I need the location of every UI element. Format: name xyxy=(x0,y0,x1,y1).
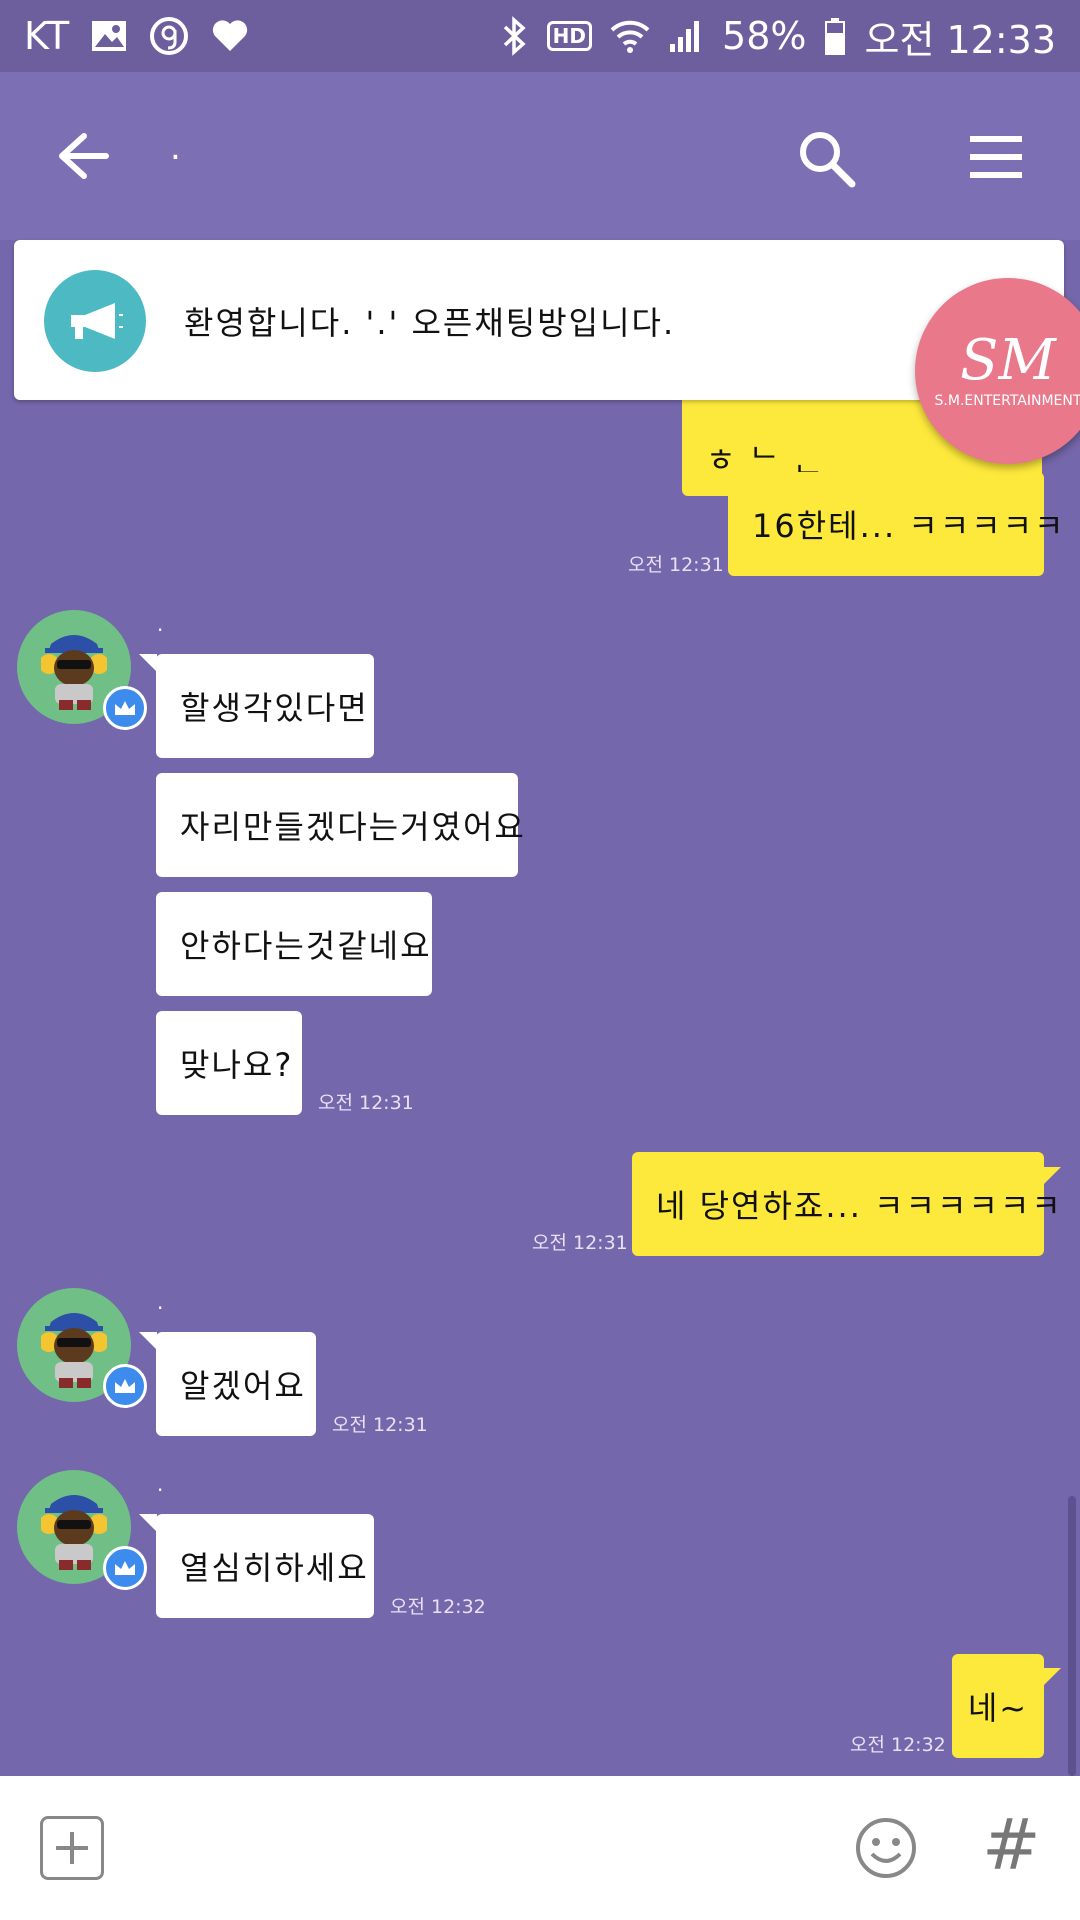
my-message-bubble[interactable]: 네~ xyxy=(952,1654,1044,1758)
message-text: 할생각있다면 xyxy=(180,689,369,727)
chat-messages-area[interactable]: ㅎ ᄂ ᆫ 오전 12:31 16한테... ㅋㅋㅋㅋㅋ . 할생각있다면 자리… xyxy=(0,240,1080,1776)
message-text: 안하다는것같네요 xyxy=(180,927,432,965)
input-bar: # xyxy=(0,1776,1080,1920)
sm-logo: SM xyxy=(960,328,1056,393)
chat-title: . xyxy=(170,128,181,168)
bubble-tail xyxy=(139,1332,157,1350)
avatar[interactable] xyxy=(17,610,147,730)
bubble-tail xyxy=(139,654,157,672)
clock: 오전 12:33 xyxy=(864,17,1056,62)
emoji-icon[interactable] xyxy=(854,1816,918,1880)
message-text: 네 당연하죠... ㅋㅋㅋㅋㅋㅋ xyxy=(656,1187,1063,1225)
sender-name: . xyxy=(157,1472,164,1496)
message-time: 오전 12:32 xyxy=(850,1734,946,1756)
message-time: 오전 12:31 xyxy=(532,1232,628,1254)
sender-name: . xyxy=(157,612,164,636)
bluetooth-icon xyxy=(501,16,529,56)
brand-label: S.M.ENTERTAINMENT xyxy=(934,393,1080,409)
search-icon[interactable] xyxy=(796,128,856,188)
chat-header: . xyxy=(0,72,1080,240)
message-text: 열심히하세요 xyxy=(180,1549,369,1587)
avatar[interactable] xyxy=(17,1470,147,1590)
my-message-bubble[interactable]: 16한테... ㅋㅋㅋㅋㅋ xyxy=(728,472,1064,576)
hd-icon: HD xyxy=(546,21,593,51)
message-text: 맞나요? xyxy=(180,1046,294,1084)
avatar-character-icon xyxy=(41,1495,107,1570)
message-time: 오전 12:31 xyxy=(318,1092,414,1114)
plus-icon[interactable] xyxy=(40,1816,104,1880)
battery-percent: 58% xyxy=(722,14,807,58)
crown-icon xyxy=(103,1364,147,1408)
their-message-bubble[interactable]: 자리만들겠다는거였어요 xyxy=(156,773,524,877)
heart-icon xyxy=(211,19,249,53)
crown-icon xyxy=(103,1546,147,1590)
message-time: 오전 12:31 xyxy=(332,1414,428,1436)
their-message-bubble[interactable]: 할생각있다면 xyxy=(156,654,374,758)
hash-icon[interactable]: # xyxy=(982,1810,1041,1880)
avatar[interactable] xyxy=(17,1288,147,1408)
wifi-icon xyxy=(610,18,650,54)
status-bar: KT HD 58% 오전 12:33 xyxy=(0,0,1080,72)
notice-banner[interactable]: 환영합니다. '.' 오픈채팅방입니다. xyxy=(14,240,1064,400)
sender-name: . xyxy=(157,1290,164,1314)
avatar-character-icon xyxy=(41,1313,107,1388)
bubble-tail xyxy=(1043,1668,1061,1686)
g-icon xyxy=(149,16,189,56)
notice-text: 환영합니다. '.' 오픈채팅방입니다. xyxy=(184,304,676,342)
message-text: 자리만들겠다는거였어요 xyxy=(180,808,526,846)
message-text: 16한테... ㅋㅋㅋㅋㅋ xyxy=(752,507,1066,545)
their-message-bubble[interactable]: 안하다는것같네요 xyxy=(156,892,432,996)
gallery-icon xyxy=(91,20,127,52)
message-text: 네~ xyxy=(967,1689,1029,1727)
avatar-character-icon xyxy=(41,635,107,710)
my-message-bubble[interactable]: 네 당연하죠... ㅋㅋㅋㅋㅋㅋ xyxy=(632,1152,1061,1256)
battery-icon xyxy=(824,17,846,55)
signal-icon xyxy=(668,18,704,54)
message-text: 알겠어요 xyxy=(180,1367,306,1405)
their-message-bubble[interactable]: 알겠어요 xyxy=(156,1332,316,1436)
scrollbar[interactable] xyxy=(1068,1496,1076,1776)
crown-icon xyxy=(103,686,147,730)
menu-icon[interactable] xyxy=(968,134,1024,180)
back-icon[interactable] xyxy=(52,126,112,186)
bubble-tail xyxy=(1043,1167,1061,1185)
megaphone-icon xyxy=(44,270,146,372)
their-message-bubble[interactable]: 열심히하세요 xyxy=(156,1514,374,1618)
carrier-label: KT xyxy=(24,14,70,58)
their-message-bubble[interactable]: 맞나요? xyxy=(156,1011,302,1115)
bubble-tail xyxy=(139,1514,157,1532)
message-time: 오전 12:32 xyxy=(390,1596,486,1618)
message-time: 오전 12:31 xyxy=(628,554,724,576)
